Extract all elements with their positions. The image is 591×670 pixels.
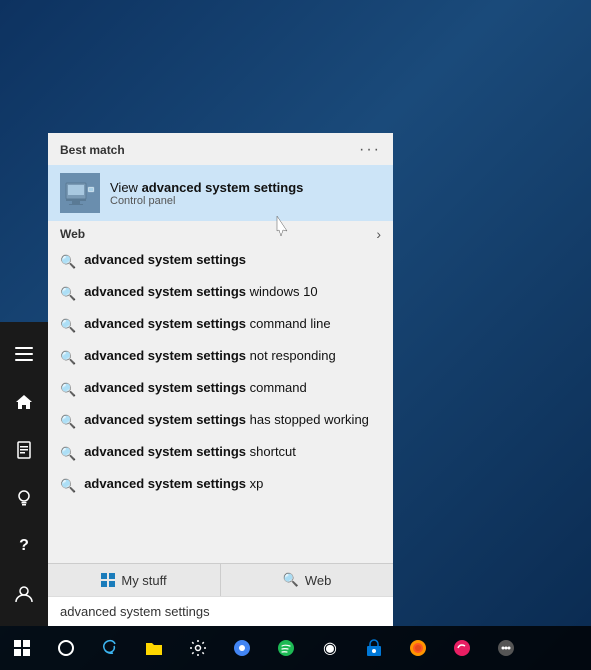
result-text-4: advanced system settings command: [84, 379, 307, 397]
best-match-label-main: advanced system settings: [142, 180, 304, 195]
taskbar: ◉: [0, 626, 591, 670]
best-match-item[interactable]: View advanced system settings Control pa…: [48, 165, 393, 221]
search-input-bar[interactable]: advanced system settings: [48, 596, 393, 626]
best-match-title: Best match: [60, 143, 125, 157]
web-section-arrow: ›: [376, 226, 381, 242]
firefox-taskbar-icon[interactable]: [396, 626, 440, 670]
best-match-text: View advanced system settings Control pa…: [110, 180, 303, 207]
windows-logo-small: [101, 573, 115, 587]
search-icon-1: 🔍: [60, 286, 76, 302]
store-taskbar-icon[interactable]: [352, 626, 396, 670]
result-text-6: advanced system settings shortcut: [84, 443, 296, 461]
search-query-text: advanced system settings: [60, 604, 210, 619]
web-tab[interactable]: 🔍 Web: [221, 564, 393, 596]
web-section-title: Web: [60, 227, 85, 241]
result-item-6[interactable]: 🔍 advanced system settings shortcut: [48, 439, 393, 471]
user-icon[interactable]: [0, 570, 48, 618]
result-item-3[interactable]: 🔍 advanced system settings not respondin…: [48, 343, 393, 375]
search-icon-0: 🔍: [60, 254, 76, 270]
search-panel: Best match ··· View advanced system sett…: [48, 133, 393, 626]
hamburger-icon[interactable]: [0, 330, 48, 378]
result-item-4[interactable]: 🔍 advanced system settings command: [48, 375, 393, 407]
search-icon-3: 🔍: [60, 350, 76, 366]
result-text-5: advanced system settings has stopped wor…: [84, 411, 369, 429]
search-icon-5: 🔍: [60, 414, 76, 430]
misc-taskbar-icon[interactable]: [440, 626, 484, 670]
web-search-icon: 🔍: [283, 572, 299, 588]
lightbulb-icon[interactable]: [0, 474, 48, 522]
my-stuff-label: My stuff: [121, 573, 166, 588]
search-taskbar-button[interactable]: [44, 626, 88, 670]
web-label: Web: [305, 573, 332, 588]
result-item-0[interactable]: 🔍 advanced system settings: [48, 247, 393, 279]
best-match-name: View advanced system settings: [110, 180, 303, 195]
file-explorer-taskbar-icon[interactable]: [132, 626, 176, 670]
edge-taskbar-icon[interactable]: [88, 626, 132, 670]
settings-taskbar-icon[interactable]: [176, 626, 220, 670]
more-options-button[interactable]: ···: [359, 141, 381, 159]
desktop: ? Best match ···: [0, 0, 591, 670]
extra-taskbar-icon[interactable]: [484, 626, 528, 670]
results-list: 🔍 advanced system settings 🔍 advanced sy…: [48, 247, 393, 503]
sidebar: ?: [0, 322, 48, 626]
web-section-header[interactable]: Web ›: [48, 221, 393, 247]
chrome-taskbar-icon[interactable]: [220, 626, 264, 670]
result-item-1[interactable]: 🔍 advanced system settings windows 10: [48, 279, 393, 311]
media-taskbar-icon[interactable]: ◉: [308, 626, 352, 670]
search-icon-7: 🔍: [60, 478, 76, 494]
result-text-3: advanced system settings not responding: [84, 347, 335, 365]
search-bottom-tabs: My stuff 🔍 Web: [48, 563, 393, 596]
search-icon-4: 🔍: [60, 382, 76, 398]
spotify-taskbar-icon[interactable]: [264, 626, 308, 670]
home-icon[interactable]: [0, 378, 48, 426]
result-text-0: advanced system settings: [84, 251, 246, 269]
result-text-2: advanced system settings command line: [84, 315, 330, 333]
start-button[interactable]: [0, 626, 44, 670]
document-icon[interactable]: [0, 426, 48, 474]
best-match-subtitle: Control panel: [110, 195, 303, 207]
result-item-5[interactable]: 🔍 advanced system settings has stopped w…: [48, 407, 393, 439]
search-icon-2: 🔍: [60, 318, 76, 334]
search-icon-6: 🔍: [60, 446, 76, 462]
result-text-1: advanced system settings windows 10: [84, 283, 317, 301]
result-text-7: advanced system settings xp: [84, 475, 263, 493]
best-match-header: Best match ···: [48, 133, 393, 165]
result-item-2[interactable]: 🔍 advanced system settings command line: [48, 311, 393, 343]
control-panel-icon: [60, 173, 100, 213]
question-icon[interactable]: ?: [0, 522, 48, 570]
best-match-label-bold: View: [110, 180, 142, 195]
result-item-7[interactable]: 🔍 advanced system settings xp: [48, 471, 393, 503]
my-stuff-tab[interactable]: My stuff: [48, 564, 221, 596]
